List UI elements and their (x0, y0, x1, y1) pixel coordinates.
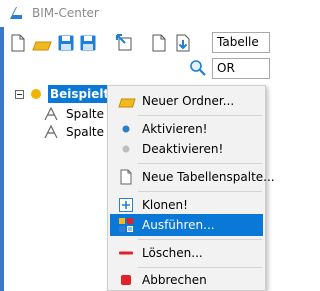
collapse-toggle[interactable] (15, 90, 24, 99)
menu-item-label: Ausführen... (142, 218, 215, 232)
logic-select[interactable]: OR (212, 58, 270, 79)
menu-item-new-column[interactable]: Neue Tabellenspalte... (110, 166, 275, 188)
menu-item-deactivate[interactable]: Deaktivieren! (110, 138, 263, 160)
menu-item-label: Klonen! (142, 198, 188, 212)
app-logo-icon (10, 7, 22, 19)
search-icon[interactable] (189, 59, 207, 77)
gray-dot-icon (122, 145, 130, 153)
context-menu: Neuer Ordner... Aktivieren! Deaktivieren… (107, 85, 275, 291)
save-as-icon[interactable] (79, 34, 97, 52)
menu-separator (138, 163, 262, 164)
menu-item-execute[interactable]: Ausführen... (110, 214, 263, 236)
menu-item-label: Neuer Ordner... (142, 94, 235, 108)
column-icon (44, 107, 58, 121)
menu-item-delete[interactable]: Löschen... (110, 242, 263, 264)
stop-icon (121, 275, 131, 285)
menu-item-label: Aktivieren! (142, 122, 208, 136)
menu-item-cancel[interactable]: Abbrechen (110, 269, 263, 291)
menu-item-new-folder[interactable]: Neuer Ordner... (110, 90, 263, 112)
menu-separator (138, 115, 262, 116)
tree-view: Beispielta Spalte 1 Spalte 2 (4, 80, 116, 291)
folder-icon (118, 98, 136, 108)
download-icon[interactable] (174, 34, 192, 52)
delete-bar-icon (119, 251, 133, 255)
menu-separator (138, 239, 262, 240)
menu-item-activate[interactable]: Aktivieren! (110, 118, 263, 140)
menu-item-label: Löschen... (142, 246, 203, 260)
root-status-dot-icon (31, 89, 41, 99)
clone-icon (119, 198, 133, 212)
open-folder-icon[interactable] (32, 35, 52, 53)
menu-separator (138, 267, 262, 268)
new-document-icon[interactable] (9, 34, 27, 52)
menu-item-label: Deaktivieren! (142, 142, 224, 156)
blue-dot-icon (122, 125, 130, 133)
tree-root-item[interactable]: Beispielta (48, 85, 116, 103)
window-title: BIM-Center (32, 6, 99, 20)
type-select[interactable]: Tabelle (212, 32, 270, 53)
toolbar: Tabelle OR (4, 27, 270, 79)
menu-separator (138, 191, 262, 192)
new-page-icon (120, 169, 132, 185)
save-icon[interactable] (57, 34, 75, 52)
export-icon[interactable] (115, 33, 133, 51)
menu-item-label: Neue Tabellenspalte... (142, 170, 275, 184)
menu-item-clone[interactable]: Klonen! (110, 194, 263, 216)
column-icon (44, 125, 58, 139)
menu-item-label: Abbrechen (142, 273, 207, 287)
title-bar: BIM-Center (0, 0, 266, 27)
document-icon[interactable] (150, 34, 168, 52)
execute-grid-icon (119, 218, 133, 232)
